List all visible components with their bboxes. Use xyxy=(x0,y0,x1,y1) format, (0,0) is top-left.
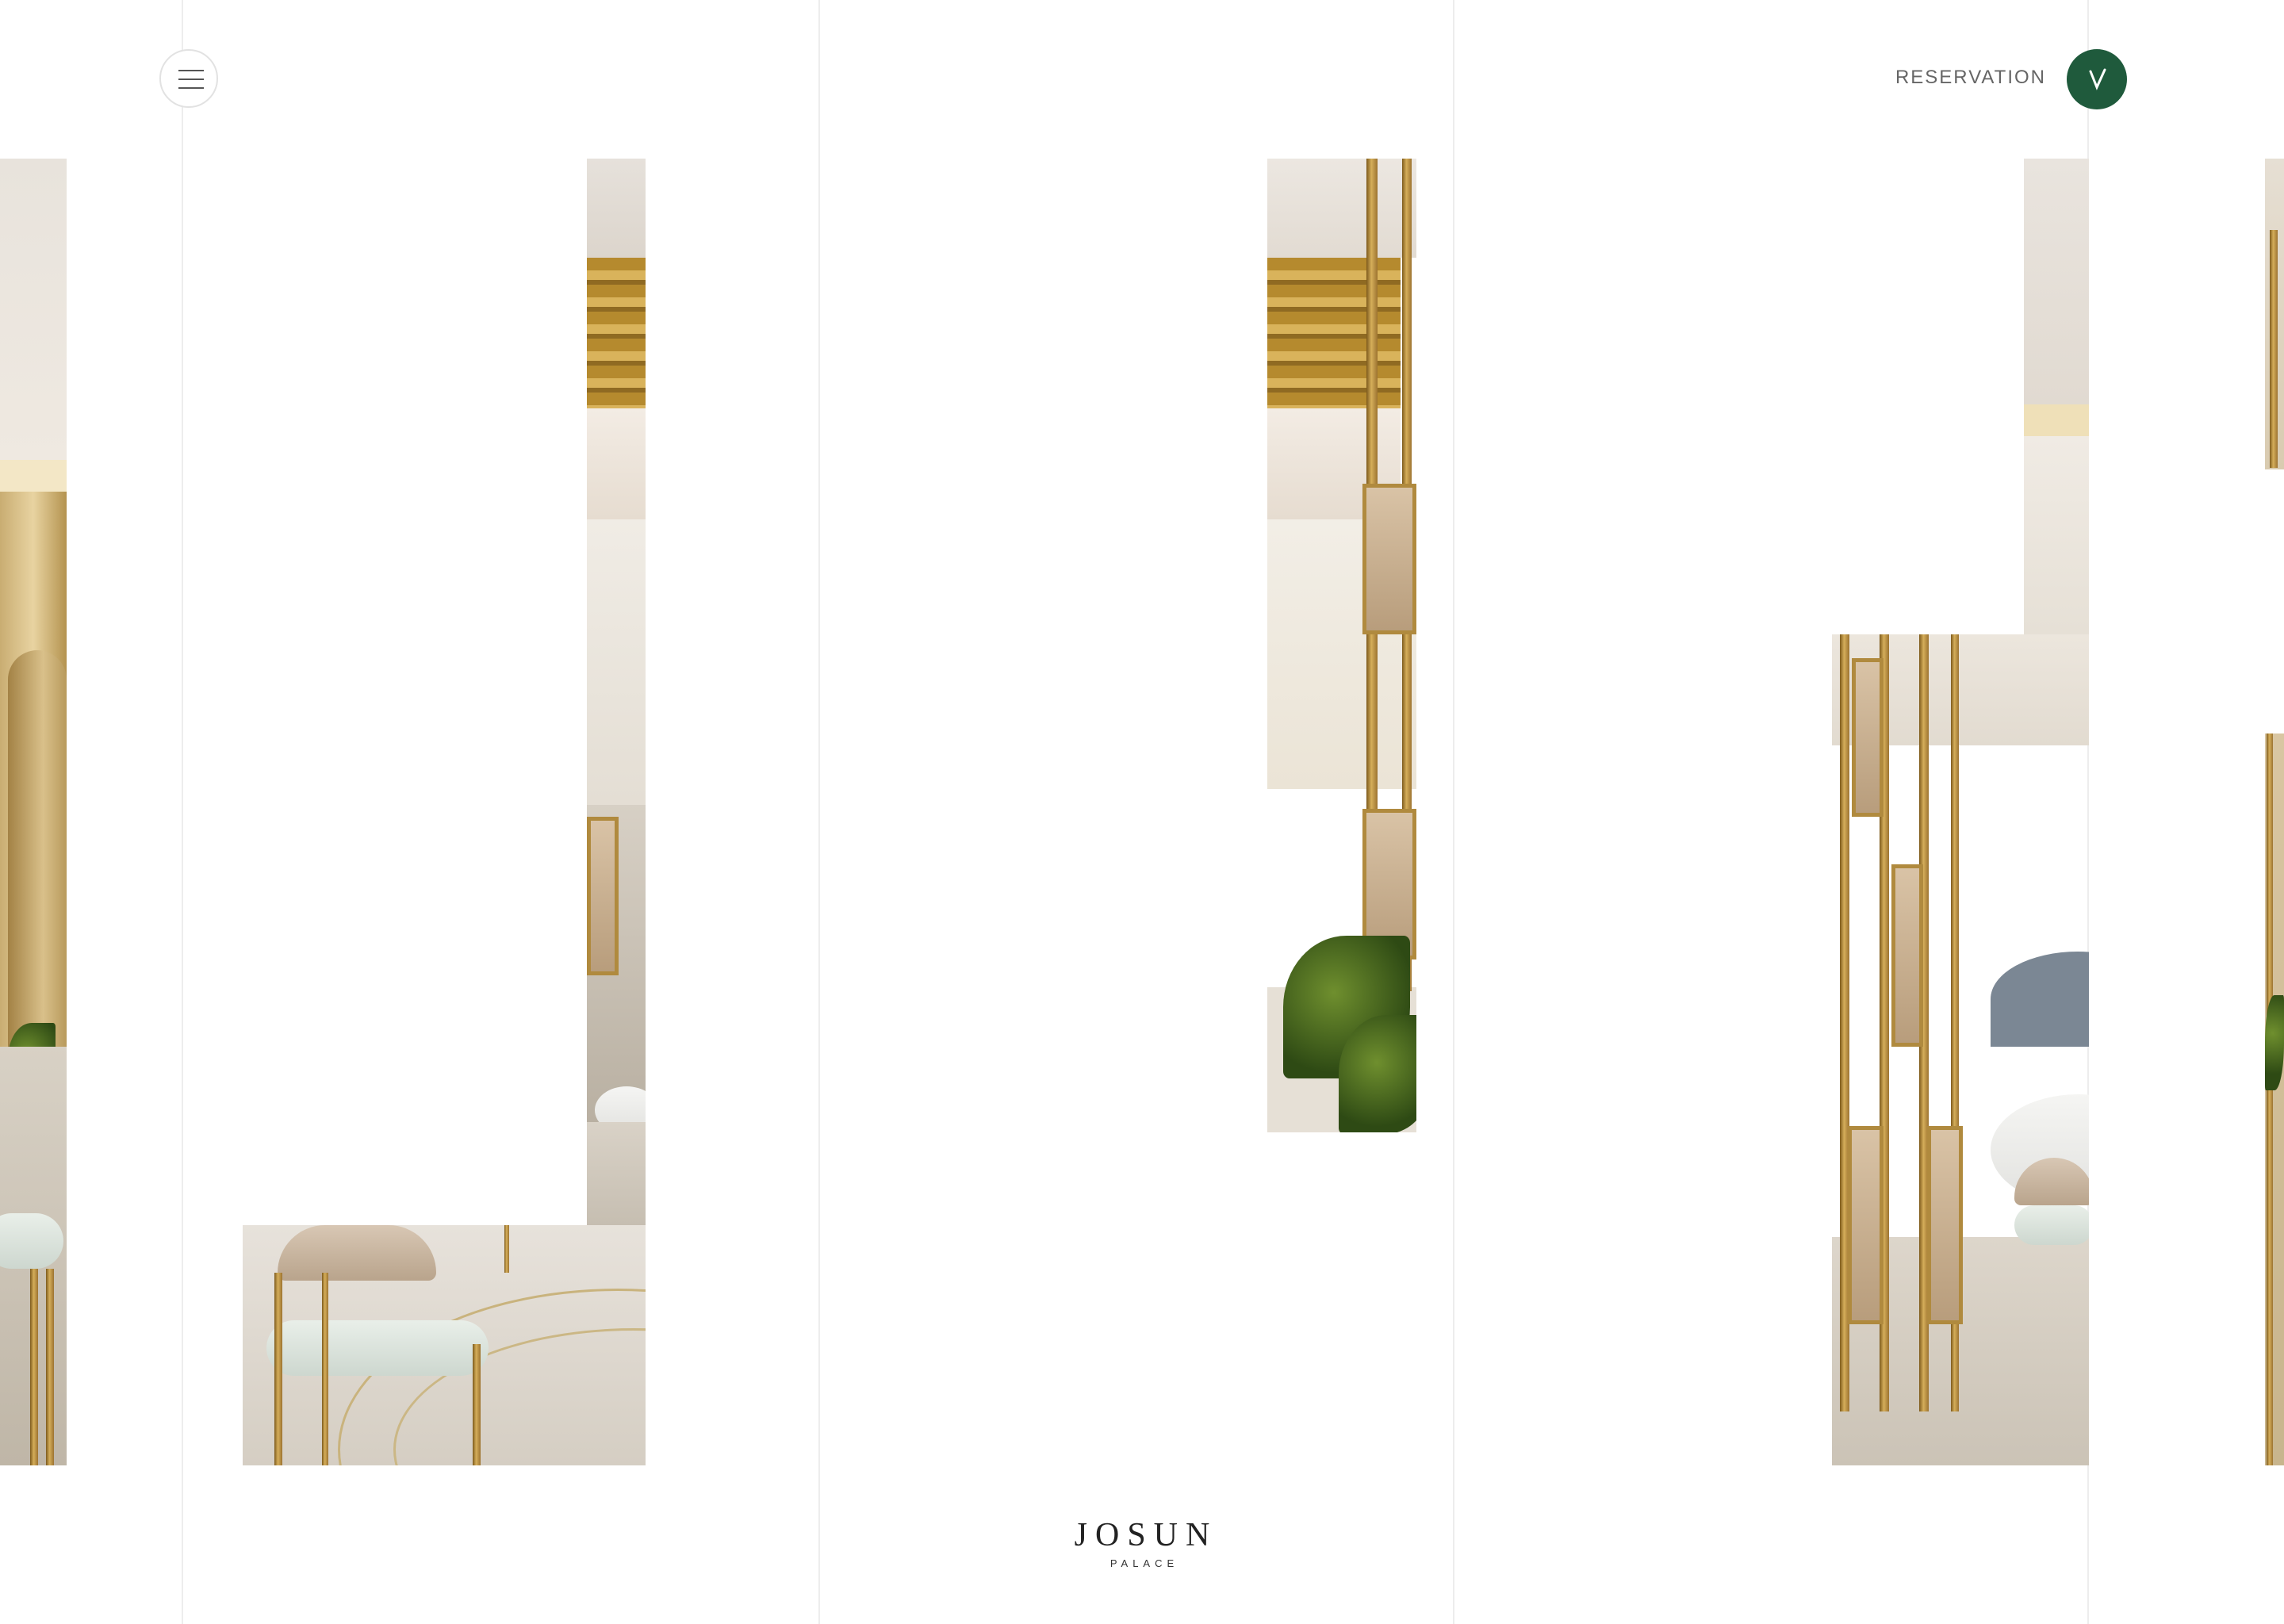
interior-photo-strip xyxy=(2265,733,2284,1465)
logo-main-text: JOSUN xyxy=(1074,1517,1218,1553)
grid-line xyxy=(1453,0,1454,1624)
interior-photo-strip xyxy=(2265,159,2284,469)
interior-photo-strip xyxy=(1267,159,1416,1132)
reservation-link[interactable]: RESERVATION xyxy=(1840,67,2046,89)
interior-photo-strip xyxy=(2024,159,2089,634)
grid-line xyxy=(818,0,820,1624)
logo-sub-text: PALACE xyxy=(1109,1557,1179,1569)
interior-photo-strip xyxy=(0,159,67,1465)
interior-photo-strip xyxy=(1832,634,2089,1465)
v-monogram-icon xyxy=(2089,68,2106,90)
josun-palace-logo[interactable]: JOSUN PALACE xyxy=(1023,1516,1261,1569)
menu-button[interactable] xyxy=(159,49,218,108)
interior-photo-strip xyxy=(243,1225,646,1465)
interior-photo-strip xyxy=(587,159,646,1225)
page: RESERVATION JOSUN PALACE xyxy=(0,0,2284,1624)
grid-line xyxy=(182,0,183,1624)
brand-badge-button[interactable] xyxy=(2067,49,2127,109)
